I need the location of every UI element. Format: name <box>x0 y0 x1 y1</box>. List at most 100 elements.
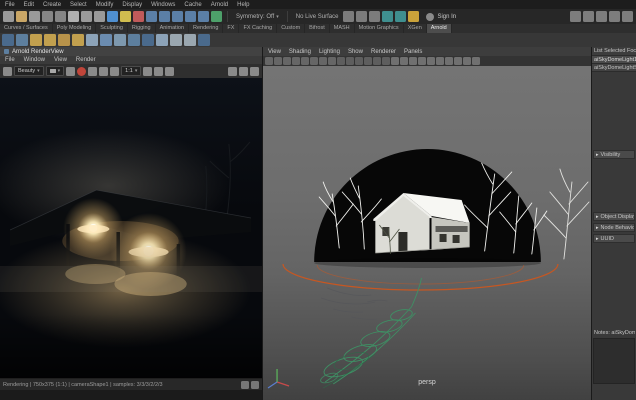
rotate-tool-icon[interactable] <box>120 11 131 22</box>
shelftab-custom[interactable]: Custom <box>277 24 306 33</box>
region-render-icon[interactable] <box>66 66 76 76</box>
menu-select[interactable]: Select <box>70 2 87 8</box>
snap-curve-icon[interactable] <box>159 11 170 22</box>
shelftab-fx-caching[interactable]: FX Caching <box>239 24 278 33</box>
snap-point-icon[interactable] <box>172 11 183 22</box>
new-scene-icon[interactable] <box>3 11 14 22</box>
attribute-editor-toggle-icon[interactable] <box>609 11 620 22</box>
shelftab-animation[interactable]: Animation <box>156 24 190 33</box>
xray-icon[interactable] <box>463 57 471 65</box>
save-image-icon[interactable] <box>99 66 109 76</box>
menu-edit[interactable]: Edit <box>24 2 34 8</box>
snap-view-plane-icon[interactable] <box>198 11 209 22</box>
arnold-render-icon[interactable] <box>2 34 14 46</box>
multisample-icon[interactable] <box>454 57 462 65</box>
shelftab-rigging[interactable]: Rigging <box>128 24 156 33</box>
film-gate-icon[interactable] <box>337 57 345 65</box>
menu-window[interactable]: Window <box>24 57 45 63</box>
outliner-toggle-icon[interactable] <box>570 11 581 22</box>
atmosphere-volume-icon[interactable] <box>114 34 126 46</box>
menu-renderer[interactable]: Renderer <box>371 49 396 55</box>
render-frame-icon[interactable] <box>382 11 394 22</box>
menu-view[interactable]: View <box>54 57 67 63</box>
notes-field[interactable] <box>593 338 635 384</box>
render-settings-icon[interactable] <box>408 11 420 22</box>
2d-pan-zoom-icon[interactable] <box>310 57 318 65</box>
tx-manager-icon[interactable] <box>184 34 196 46</box>
ae-section-uuid[interactable]: UUID <box>593 234 635 243</box>
grid-toggle-icon[interactable] <box>328 57 336 65</box>
debug-shading-icon[interactable] <box>228 66 237 76</box>
aov-browse-icon[interactable] <box>110 66 120 76</box>
shelftab-rendering[interactable]: Rendering <box>189 24 224 33</box>
symmetry-selector[interactable]: Symmetry: Off <box>233 14 282 20</box>
aov-selector[interactable]: Beauty <box>14 66 44 76</box>
skydome-light-icon[interactable] <box>30 34 42 46</box>
bookmark-icon[interactable] <box>292 57 300 65</box>
rendered-image[interactable] <box>0 78 262 378</box>
zoom-selector[interactable]: 1:1 <box>121 66 142 76</box>
menu-windows[interactable]: Windows <box>151 2 175 8</box>
smooth-shade-icon[interactable] <box>400 57 408 65</box>
shelftab-xgen[interactable]: XGen <box>404 24 427 33</box>
snapshot-store-icon[interactable] <box>241 380 249 389</box>
fit-view-icon[interactable] <box>143 66 153 76</box>
shelftab-motion-graphics[interactable]: Motion Graphics <box>355 24 404 33</box>
field-chart-icon[interactable] <box>364 57 372 65</box>
photometric-light-icon[interactable] <box>72 34 84 46</box>
tool-settings-icon[interactable] <box>596 11 607 22</box>
menu-shading[interactable]: Shading <box>289 49 311 55</box>
ae-section-visibility[interactable]: Visibility <box>593 150 635 159</box>
menu-file[interactable]: File <box>5 57 15 63</box>
ae-section-node-behavior[interactable]: Node Behavior <box>593 223 635 232</box>
ae-tab-ai-skydome-light[interactable]: aiSkyDomeLight1 <box>592 56 636 64</box>
menu-display[interactable]: Display <box>122 2 142 8</box>
scale-tool-icon[interactable] <box>133 11 144 22</box>
input-connections-icon[interactable] <box>343 11 355 22</box>
console-log-icon[interactable] <box>251 380 259 389</box>
screen-space-ao-icon[interactable] <box>436 57 444 65</box>
construction-history-icon[interactable] <box>369 11 381 22</box>
live-surface-selector[interactable]: No Live Surface <box>293 14 342 20</box>
redo-icon[interactable] <box>55 11 66 22</box>
display-settings-icon[interactable] <box>239 66 248 76</box>
shadows-icon[interactable] <box>427 57 435 65</box>
move-tool-icon[interactable] <box>107 11 118 22</box>
safe-action-icon[interactable] <box>373 57 381 65</box>
open-scene-icon[interactable] <box>16 11 27 22</box>
standin-icon[interactable] <box>128 34 140 46</box>
camera-attributes-icon[interactable] <box>283 57 291 65</box>
menu-modify[interactable]: Modify <box>96 2 114 8</box>
snap-grid-icon[interactable] <box>146 11 157 22</box>
gate-mask-icon[interactable] <box>355 57 363 65</box>
shelftab-mash[interactable]: MASH <box>330 24 355 33</box>
wireframe-icon[interactable] <box>391 57 399 65</box>
shelftab-fx[interactable]: FX <box>223 24 240 33</box>
physical-sky-icon[interactable] <box>100 34 112 46</box>
arnold-about-icon[interactable] <box>198 34 210 46</box>
ipr-render-icon[interactable] <box>395 11 407 22</box>
menu-arnold[interactable]: Arnold <box>211 2 228 8</box>
viewport-canvas[interactable]: persp <box>263 66 591 400</box>
select-tool-icon[interactable] <box>68 11 79 22</box>
area-light-icon[interactable] <box>44 34 56 46</box>
refresh-render-icon[interactable] <box>88 66 98 76</box>
motion-blur-icon[interactable] <box>445 57 453 65</box>
lock-camera-icon[interactable] <box>274 57 282 65</box>
menu-view[interactable]: View <box>268 49 281 55</box>
menu-show[interactable]: Show <box>348 49 363 55</box>
arnold-ipr-icon[interactable] <box>16 34 28 46</box>
output-connections-icon[interactable] <box>356 11 368 22</box>
isolate-select-icon[interactable] <box>472 57 480 65</box>
ae-tab-ai-skydome-light-shape[interactable]: aiSkyDomeLightShape1 <box>592 64 636 72</box>
curve-collector-icon[interactable] <box>156 34 168 46</box>
save-scene-icon[interactable] <box>29 11 40 22</box>
snapshot-icon[interactable] <box>3 66 12 76</box>
shelftab-arnold[interactable]: Arnold <box>426 24 452 33</box>
modeling-toolkit-icon[interactable] <box>583 11 594 22</box>
shelftab-sculpting[interactable]: Sculpting <box>96 24 128 33</box>
grease-pencil-icon[interactable] <box>319 57 327 65</box>
crop-region-icon[interactable] <box>165 66 175 76</box>
shelftab-curves-surfaces[interactable]: Curves / Surfaces <box>0 24 53 33</box>
undo-icon[interactable] <box>42 11 53 22</box>
